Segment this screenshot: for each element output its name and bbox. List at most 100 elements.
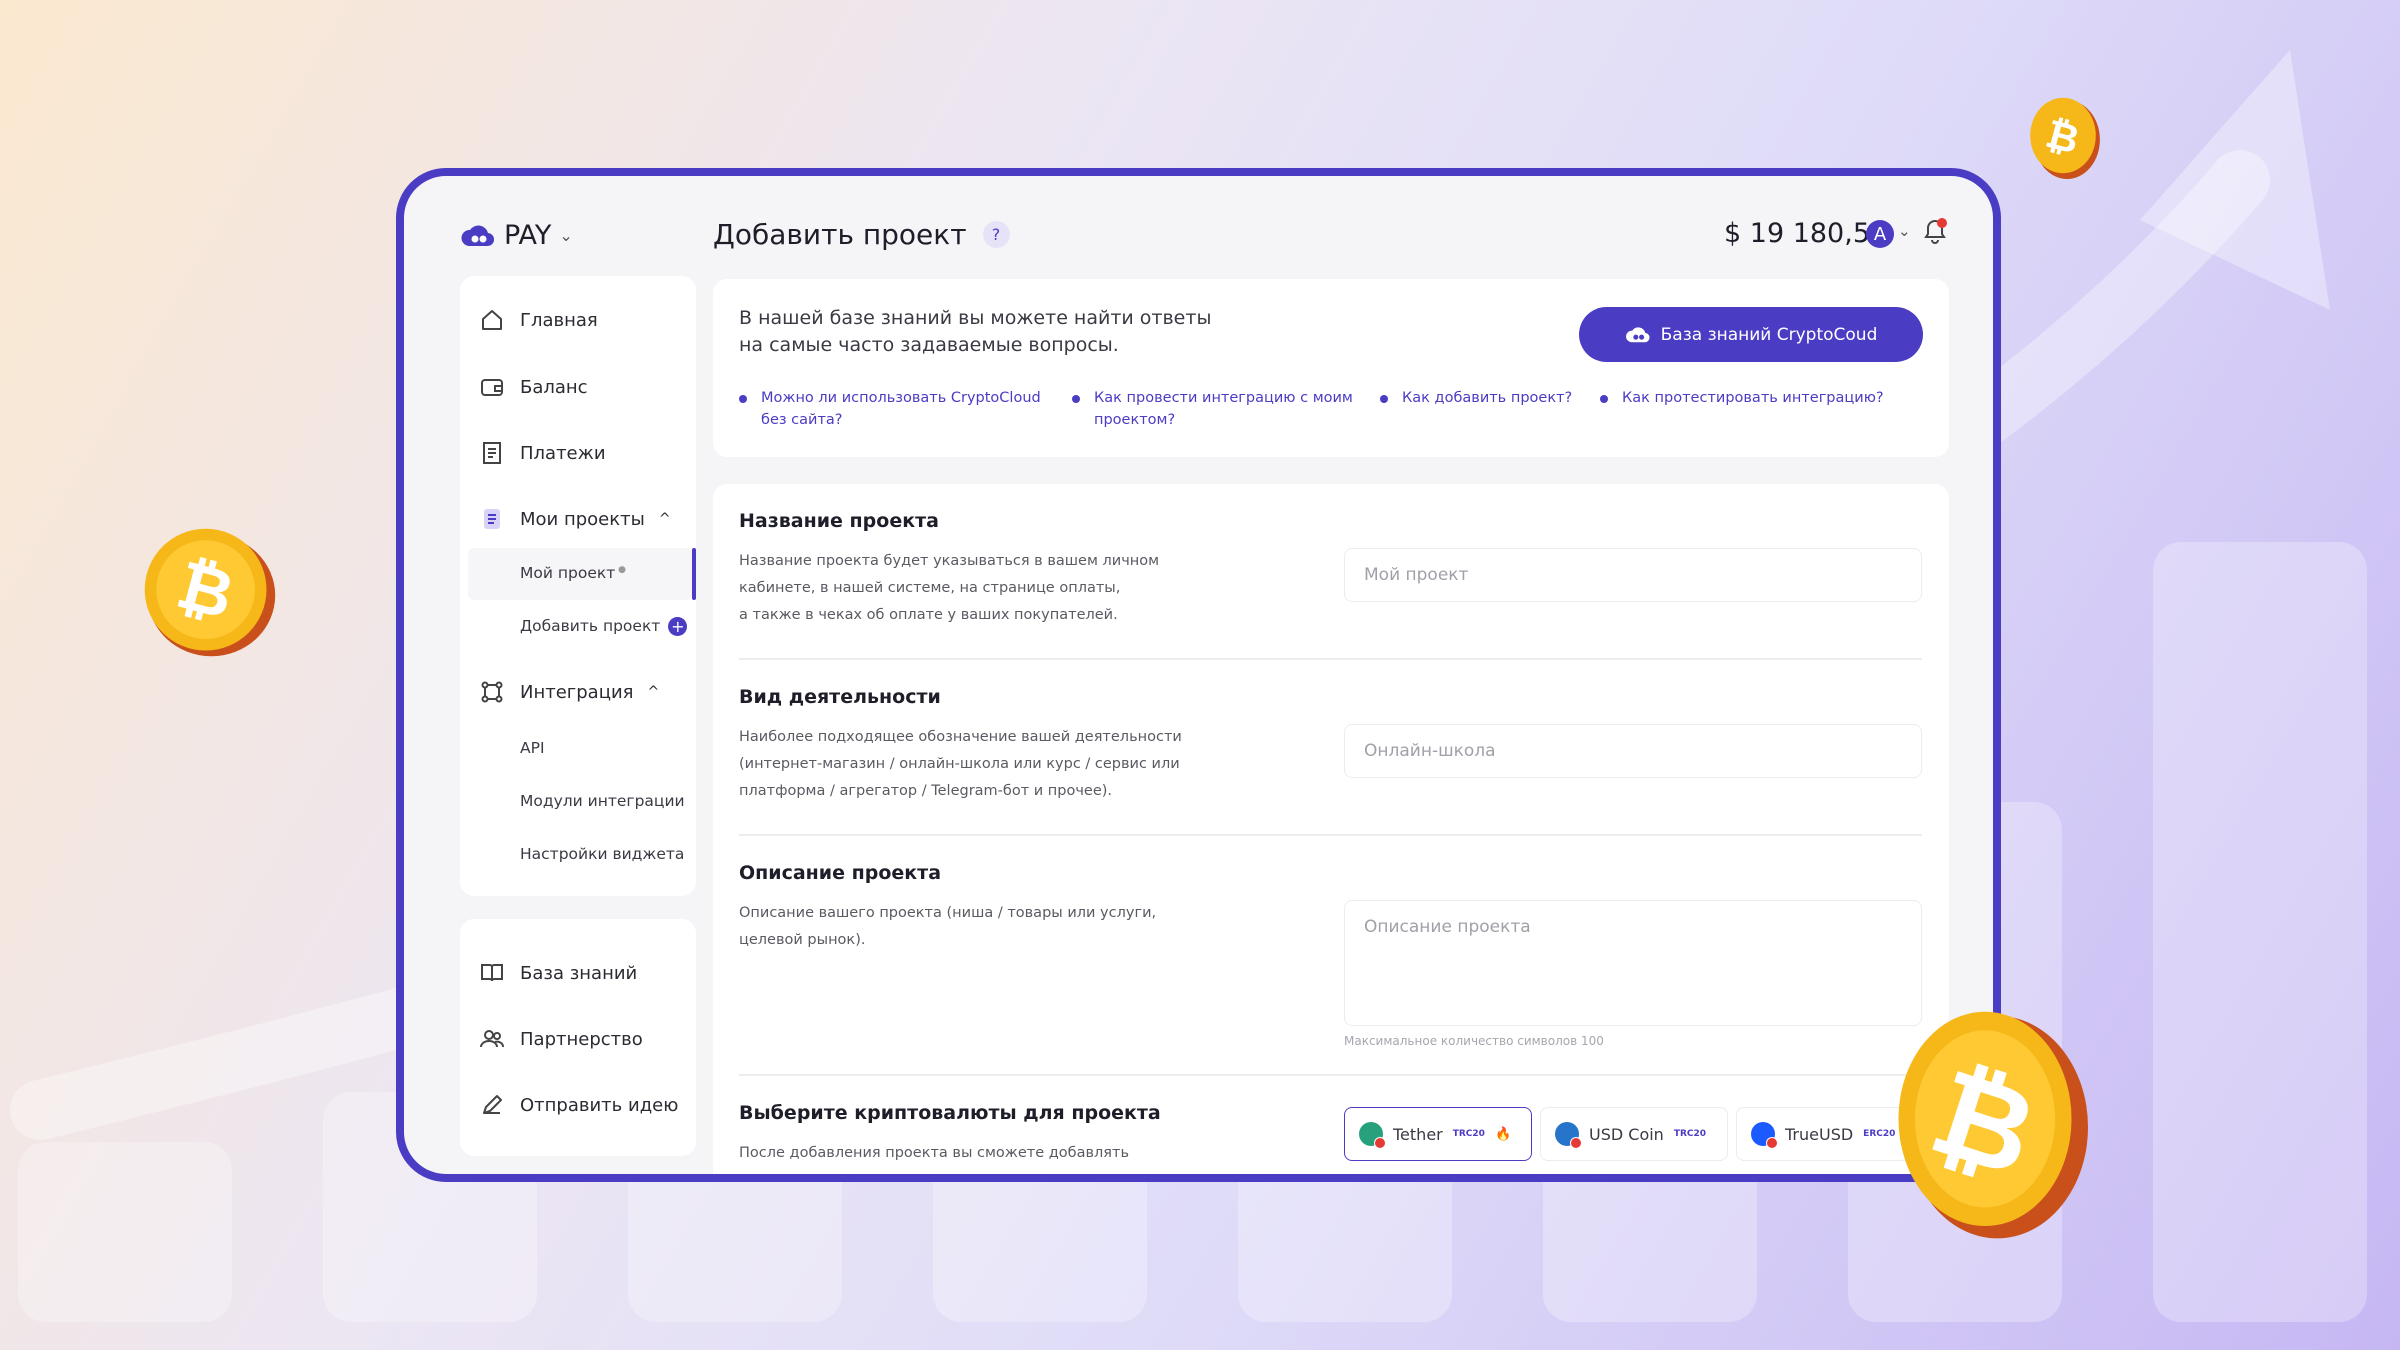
avatar[interactable]: A [1866,220,1894,248]
sidebar-item-balance[interactable]: Баланс [478,373,588,401]
page-title-text: Добавить проект [713,218,967,251]
faq-text: Как протестировать интеграцию? [1622,390,1884,406]
desc-line: кабинете, в нашей системе, на странице о… [739,580,1121,596]
sidebar-item-home[interactable]: Главная [478,306,598,334]
sidebar-item-label: Отправить идею [520,1094,679,1116]
activity-input[interactable]: Онлайн-школа [1344,724,1922,778]
knowledge-base-card: В нашей базе знаний вы можете найти отве… [713,279,1949,457]
tether-icon [1359,1122,1386,1149]
sidebar-subitem-modules[interactable]: Модули интеграции [520,792,685,810]
faq-text: без сайта? [761,412,843,428]
section-description: После добавления проекта вы сможете доба… [739,1145,1130,1161]
sidebar-item-partnership[interactable]: Партнерство [478,1025,643,1053]
faq-text: проектом? [1094,412,1176,428]
pencil-icon [483,1095,502,1114]
token-network: TRC20 [1673,1129,1707,1139]
page-title: Добавить проект ? [713,218,1010,251]
sidebar-item-label: Партнерство [520,1028,643,1050]
bitcoin-coin-icon: ₿ [2030,97,2100,179]
sidebar-item-label: Платежи [520,442,606,464]
faq-link[interactable]: Можно ли использовать CryptoCloud без сай… [739,387,1041,431]
document-icon [484,509,500,529]
sidebar: Главная Баланс Платежи Мои проекты ^ Мой… [460,276,696,896]
knowledge-base-button-label: База знаний CryptoCoud [1660,324,1878,345]
bitcoin-coin-icon: ₿ [1898,1011,2088,1239]
faq-text: Как провести интеграцию с моим [1094,390,1353,406]
book-icon [481,964,503,982]
sidebar-subitem-add-project[interactable]: Добавить проект + [520,617,688,636]
section-description: Наиболее подходящее обозначение вашей де… [739,724,1219,805]
chevron-up-icon: ^ [658,511,671,527]
sidebar-item-knowledge-base[interactable]: База знаний [478,959,637,987]
section-title: Описание проекта [739,862,942,884]
subitem-label: Мой проект [520,564,616,582]
subitem-label: Добавить проект [520,617,661,635]
section-description: Название проекта будет указываться в ваш… [739,548,1219,629]
trueusd-icon [1751,1122,1778,1149]
description-textarea[interactable]: Описание проекта [1344,900,1922,1026]
usd-coin-icon [1555,1122,1582,1149]
sidebar-item-label: Главная [520,309,598,331]
faq-text: Как добавить проект? [1402,390,1573,406]
token-chip-usd-coin[interactable]: USD Coin TRC20 [1540,1107,1728,1161]
logo-text: PAY [504,220,552,251]
dot-icon: ● [615,564,626,575]
sidebar-item-my-projects[interactable]: Мои проекты ^ [478,505,671,533]
faq-link[interactable]: Как добавить проект? [1379,387,1573,409]
desc-line: целевой рынок). [739,932,866,948]
faq-link[interactable]: Как провести интеграцию с моим проектом? [1072,387,1353,431]
receipt-icon [483,442,501,464]
sidebar-item-integration[interactable]: Интеграция ^ [478,678,659,706]
chevron-up-icon: ^ [647,684,660,700]
desc-line: платформа / агрегатор / Telegram-бот и п… [739,783,1113,799]
cloud-logo-icon [461,225,495,246]
active-item-indicator [692,548,696,600]
section-title: Вид деятельности [739,686,941,708]
cloud-icon [1625,326,1650,342]
logo[interactable]: PAY ⌄ [460,220,573,251]
desc-line: Наиболее подходящее обозначение вашей де… [739,729,1182,745]
faq-link[interactable]: Как протестировать интеграцию? [1600,387,1884,409]
char-limit-hint: Максимальное количество символов 100 [1344,1034,1604,1048]
sidebar-item-label: Баланс [520,376,588,398]
desc-line: (интернет-магазин / онлайн-школа или кур… [739,756,1180,772]
section-description: Описание вашего проекта (ниша / товары и… [739,900,1219,954]
divider [739,1074,1922,1076]
sidebar-item-payments[interactable]: Платежи [478,439,606,467]
token-name: USD Coin [1589,1124,1664,1144]
knowledge-base-button[interactable]: База знаний CryptoCoud [1579,307,1923,362]
sidebar-subitem-api[interactable]: API [520,739,545,757]
desc-line: Описание вашего проекта (ниша / товары и… [739,905,1157,921]
intro-line: на самые часто задаваемые вопросы. [739,334,1119,356]
knowledge-base-intro: В нашей базе знаний вы можете найти отве… [739,305,1211,359]
faq-text: Можно ли использовать CryptoCloud [761,390,1041,406]
project-name-input[interactable]: Мой проект [1344,548,1922,602]
sidebar-item-send-idea[interactable]: Отправить идею [478,1091,678,1119]
sidebar-subitem-my-project[interactable]: Мой проект ● [520,564,626,582]
bell-icon[interactable] [1920,216,1950,246]
home-icon [482,310,502,330]
desc-line: Название проекта будет указываться в ваш… [739,553,1160,569]
desc-line: а также в чеках об оплате у ваших покупа… [739,607,1118,623]
token-chip-tether[interactable]: Tether TRC20 🔥 [1344,1107,1532,1161]
section-title: Название проекта [739,510,939,532]
section-title: Выберите криптовалюты для проекта [739,1102,1161,1124]
divider [739,658,1922,660]
help-icon[interactable]: ? [982,221,1010,248]
bitcoin-coin-icon: ₿ [144,528,276,657]
intro-line: В нашей базе знаний вы можете найти отве… [739,307,1212,329]
project-form-card: Название проекта Название проекта будет … [713,484,1949,1174]
chevron-down-icon[interactable]: ⌄ [1898,222,1911,240]
balance-display: $ 19 180,50 [1724,218,1888,249]
people-icon [480,1030,504,1048]
token-network: TRC20 [1452,1129,1485,1139]
sidebar-item-label: Мои проекты [520,508,645,530]
sidebar-bottom: База знаний Партнерство Отправить идею [460,919,696,1156]
token-name: Tether [1393,1124,1443,1144]
fire-icon: 🔥 [1494,1126,1512,1142]
app-window: PAY ⌄ Добавить проект ? $ 19 180,50 A ⌄ … [396,168,2001,1182]
wallet-icon [481,379,503,396]
divider [739,834,1922,836]
sidebar-subitem-widget-settings[interactable]: Настройки виджета [520,845,684,863]
sidebar-item-label: Интеграция [520,681,634,703]
